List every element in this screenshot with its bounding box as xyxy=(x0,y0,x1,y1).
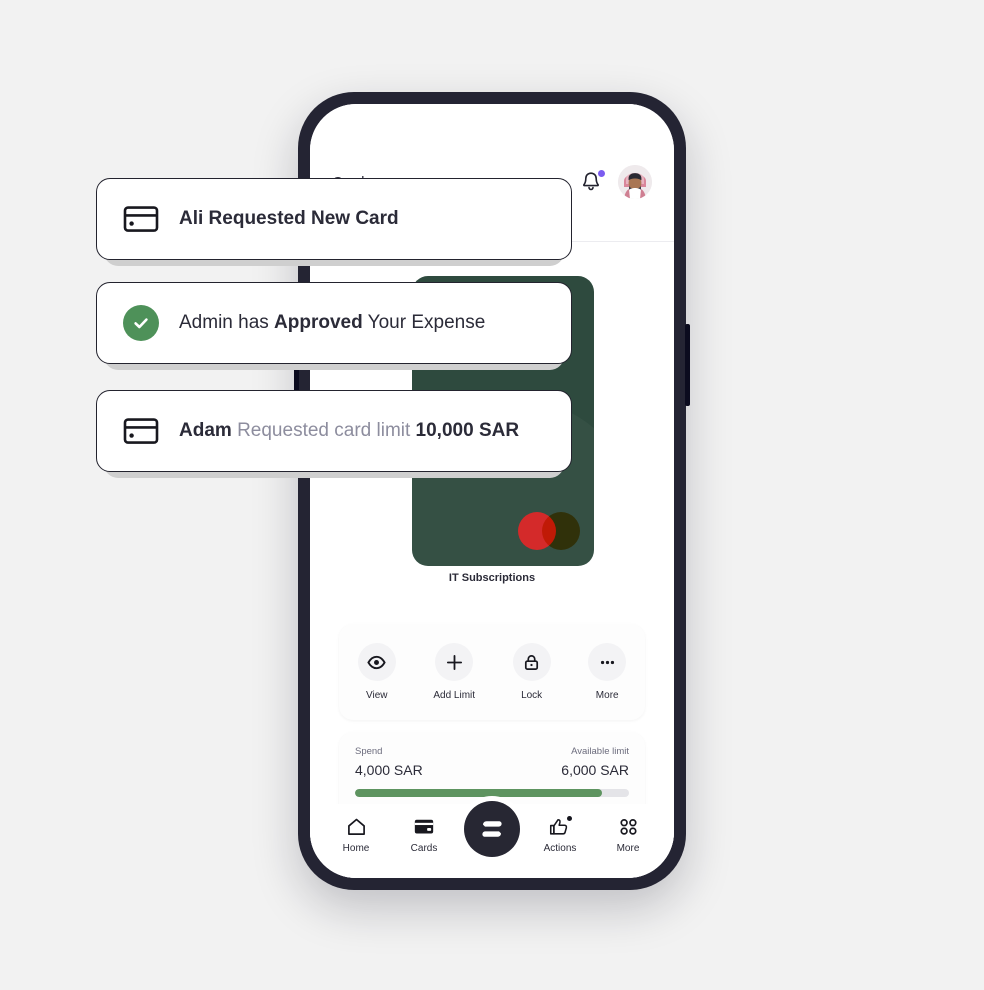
available-limit-value: 6,000 SAR xyxy=(561,762,629,778)
notification-3-text-part-3: 10,000 SAR xyxy=(415,420,520,441)
action-lock-label: Lock xyxy=(521,690,543,701)
header-actions xyxy=(580,165,652,199)
plus-icon xyxy=(446,654,462,670)
notification-3-icon-holder xyxy=(123,417,159,445)
home-icon xyxy=(347,818,365,835)
screenshot-canvas: Cards xyxy=(0,0,984,990)
spend-captions-row: Spend Available limit xyxy=(355,746,629,757)
notification-card-3-body[interactable]: Adam Requested card limit 10,000 SAR xyxy=(96,390,572,472)
notification-3-text-part-2: Requested card limit xyxy=(237,420,416,441)
card-icon xyxy=(414,819,434,834)
check-mark-icon xyxy=(134,318,148,329)
notification-2-text-part-1: Admin has xyxy=(179,312,275,333)
notification-badge-dot xyxy=(598,170,605,177)
power-button[interactable] xyxy=(685,324,690,406)
action-more-label: More xyxy=(595,690,619,701)
nav-item-actions[interactable]: Actions xyxy=(532,816,588,854)
card-name-label: IT Subscriptions xyxy=(448,572,536,584)
notification-2-text: Admin has Approved Your Expense xyxy=(179,312,485,334)
action-more-circle xyxy=(588,643,627,681)
available-limit-caption: Available limit xyxy=(571,746,629,757)
notification-card-1-body[interactable]: Ali Requested New Card xyxy=(96,178,572,260)
notification-card-1[interactable]: Ali Requested New Card xyxy=(96,178,572,266)
eye-icon xyxy=(367,655,386,669)
notification-3-text: Adam Requested card limit 10,000 SAR xyxy=(179,420,519,442)
notification-3-text-part-1: Adam xyxy=(179,420,238,441)
action-add-limit-circle xyxy=(435,643,474,681)
notification-2-text-part-3: Your Expense xyxy=(362,312,486,333)
notification-2-text-part-2: Approved xyxy=(274,312,363,333)
card-actions-panel: View Add Limit Lock More xyxy=(339,624,645,720)
actions-badge-dot xyxy=(567,816,572,821)
action-view[interactable]: View xyxy=(357,643,396,701)
nav-item-home[interactable]: Home xyxy=(328,817,384,854)
nav-item-more[interactable]: More xyxy=(600,817,656,854)
nav-cards-label: Cards xyxy=(410,843,438,854)
action-view-circle xyxy=(357,643,396,681)
spend-value: 4,000 SAR xyxy=(355,762,423,778)
action-add-limit-label: Add Limit xyxy=(433,690,476,701)
bottom-navigation: Home Cards Actions More xyxy=(310,801,674,878)
nav-actions-label: Actions xyxy=(543,843,577,854)
notification-card-2[interactable]: Admin has Approved Your Expense xyxy=(96,282,572,370)
credit-card-icon xyxy=(123,418,159,444)
notification-1-text-part-1: Ali Requested New Card xyxy=(179,208,399,229)
ellipsis-icon xyxy=(600,660,614,664)
app-logo-icon xyxy=(482,821,502,837)
check-circle-icon xyxy=(123,305,159,341)
notification-2-icon-holder xyxy=(123,305,159,341)
mastercard-logo xyxy=(518,512,580,550)
actions-icon-wrap xyxy=(548,816,572,836)
spend-progress-fill xyxy=(355,789,602,797)
nav-center-wrap xyxy=(464,801,520,857)
notification-card-3[interactable]: Adam Requested card limit 10,000 SAR xyxy=(96,390,572,478)
nav-home-label: Home xyxy=(342,843,370,854)
notification-card-2-body[interactable]: Admin has Approved Your Expense xyxy=(96,282,572,364)
action-lock-circle xyxy=(512,643,551,681)
nav-more-label: More xyxy=(616,843,640,854)
action-add-limit[interactable]: Add Limit xyxy=(433,643,475,701)
user-avatar-icon xyxy=(618,165,652,199)
notification-1-text: Ali Requested New Card xyxy=(179,208,399,230)
avatar[interactable] xyxy=(618,165,652,199)
spend-values-row: 4,000 SAR 6,000 SAR xyxy=(355,757,629,778)
credit-card-icon xyxy=(123,206,159,232)
action-lock[interactable]: Lock xyxy=(512,643,551,701)
spend-caption: Spend xyxy=(355,746,383,757)
notifications-button[interactable] xyxy=(580,170,605,194)
mastercard-amber-circle xyxy=(542,512,580,550)
action-view-label: View xyxy=(366,690,388,701)
lock-icon xyxy=(525,654,539,670)
nav-item-cards[interactable]: Cards xyxy=(396,817,452,854)
notification-1-icon-holder xyxy=(123,205,159,233)
spend-progress-track xyxy=(355,789,629,797)
grid-dots-icon xyxy=(619,818,637,835)
app-logo-button[interactable] xyxy=(464,801,520,857)
action-more[interactable]: More xyxy=(588,643,627,701)
